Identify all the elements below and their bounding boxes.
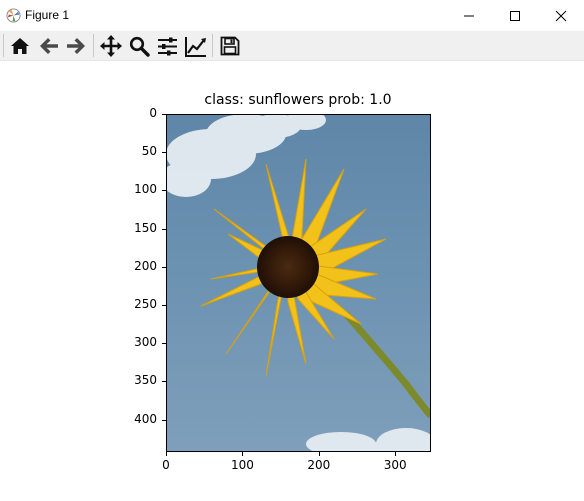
title-bar: Figure 1 xyxy=(0,0,584,31)
magnifier-icon xyxy=(129,36,150,57)
y-tick-mark xyxy=(162,114,166,115)
floppy-disk-icon xyxy=(220,36,240,56)
window-title: Figure 1 xyxy=(25,8,70,22)
y-tick-label: 350 xyxy=(134,373,157,388)
maximize-icon xyxy=(510,10,520,21)
zoom-button[interactable] xyxy=(127,34,151,58)
configure-subplots-button[interactable] xyxy=(155,34,179,58)
plot-title: class: sunflowers prob: 1.0 xyxy=(204,92,392,108)
y-tick-label: 50 xyxy=(141,144,157,159)
y-tick-mark xyxy=(162,419,166,421)
minimize-button[interactable] xyxy=(446,0,492,31)
y-tick-label: 300 xyxy=(134,335,157,350)
close-button[interactable] xyxy=(538,0,584,31)
y-tick-label: 250 xyxy=(134,297,157,311)
y-tick-label: 150 xyxy=(134,220,157,235)
back-button[interactable] xyxy=(37,34,61,58)
x-tick-label: 0 xyxy=(162,458,170,472)
home-icon xyxy=(11,38,29,54)
toolbar xyxy=(0,31,584,61)
y-tick-mark xyxy=(162,381,166,383)
forward-button[interactable] xyxy=(64,34,88,58)
sliders-icon xyxy=(157,37,177,55)
close-icon xyxy=(555,10,567,21)
y-tick-mark xyxy=(162,152,166,154)
x-tick-mark xyxy=(166,452,167,456)
move-arrows-icon xyxy=(100,35,122,57)
edit-axis-button[interactable] xyxy=(184,34,208,58)
y-tick-mark xyxy=(162,305,166,306)
toolbar-separator xyxy=(93,34,94,57)
y-tick-label: 0 xyxy=(149,106,157,120)
y-tick-mark xyxy=(162,228,166,230)
save-button[interactable] xyxy=(218,34,242,58)
y-tick-mark xyxy=(162,190,166,192)
y-tick-label: 400 xyxy=(134,411,157,426)
matplotlib-logo-icon xyxy=(6,8,21,23)
pan-button[interactable] xyxy=(99,34,123,58)
sunflower-illustration xyxy=(166,114,431,452)
y-tick-label: 200 xyxy=(134,258,157,273)
arrow-left-icon xyxy=(40,38,58,54)
x-tick-label: 200 xyxy=(307,458,331,472)
y-tick-mark xyxy=(162,343,166,345)
sunflower-photo xyxy=(166,114,431,452)
y-tick-label: 100 xyxy=(134,182,157,197)
line-chart-icon xyxy=(185,36,206,57)
maximize-button[interactable] xyxy=(492,0,538,31)
x-tick-label: 300 xyxy=(383,458,407,472)
x-tick-mark xyxy=(242,452,244,456)
home-button[interactable] xyxy=(8,34,32,58)
x-tick-mark xyxy=(318,452,320,456)
x-tick-mark xyxy=(395,452,397,456)
arrow-right-icon xyxy=(67,38,85,54)
x-tick-label: 100 xyxy=(230,458,254,472)
toolbar-separator xyxy=(212,34,213,57)
toolbar-grip xyxy=(3,34,4,57)
minimize-icon xyxy=(464,15,474,16)
y-tick-mark xyxy=(162,266,166,268)
